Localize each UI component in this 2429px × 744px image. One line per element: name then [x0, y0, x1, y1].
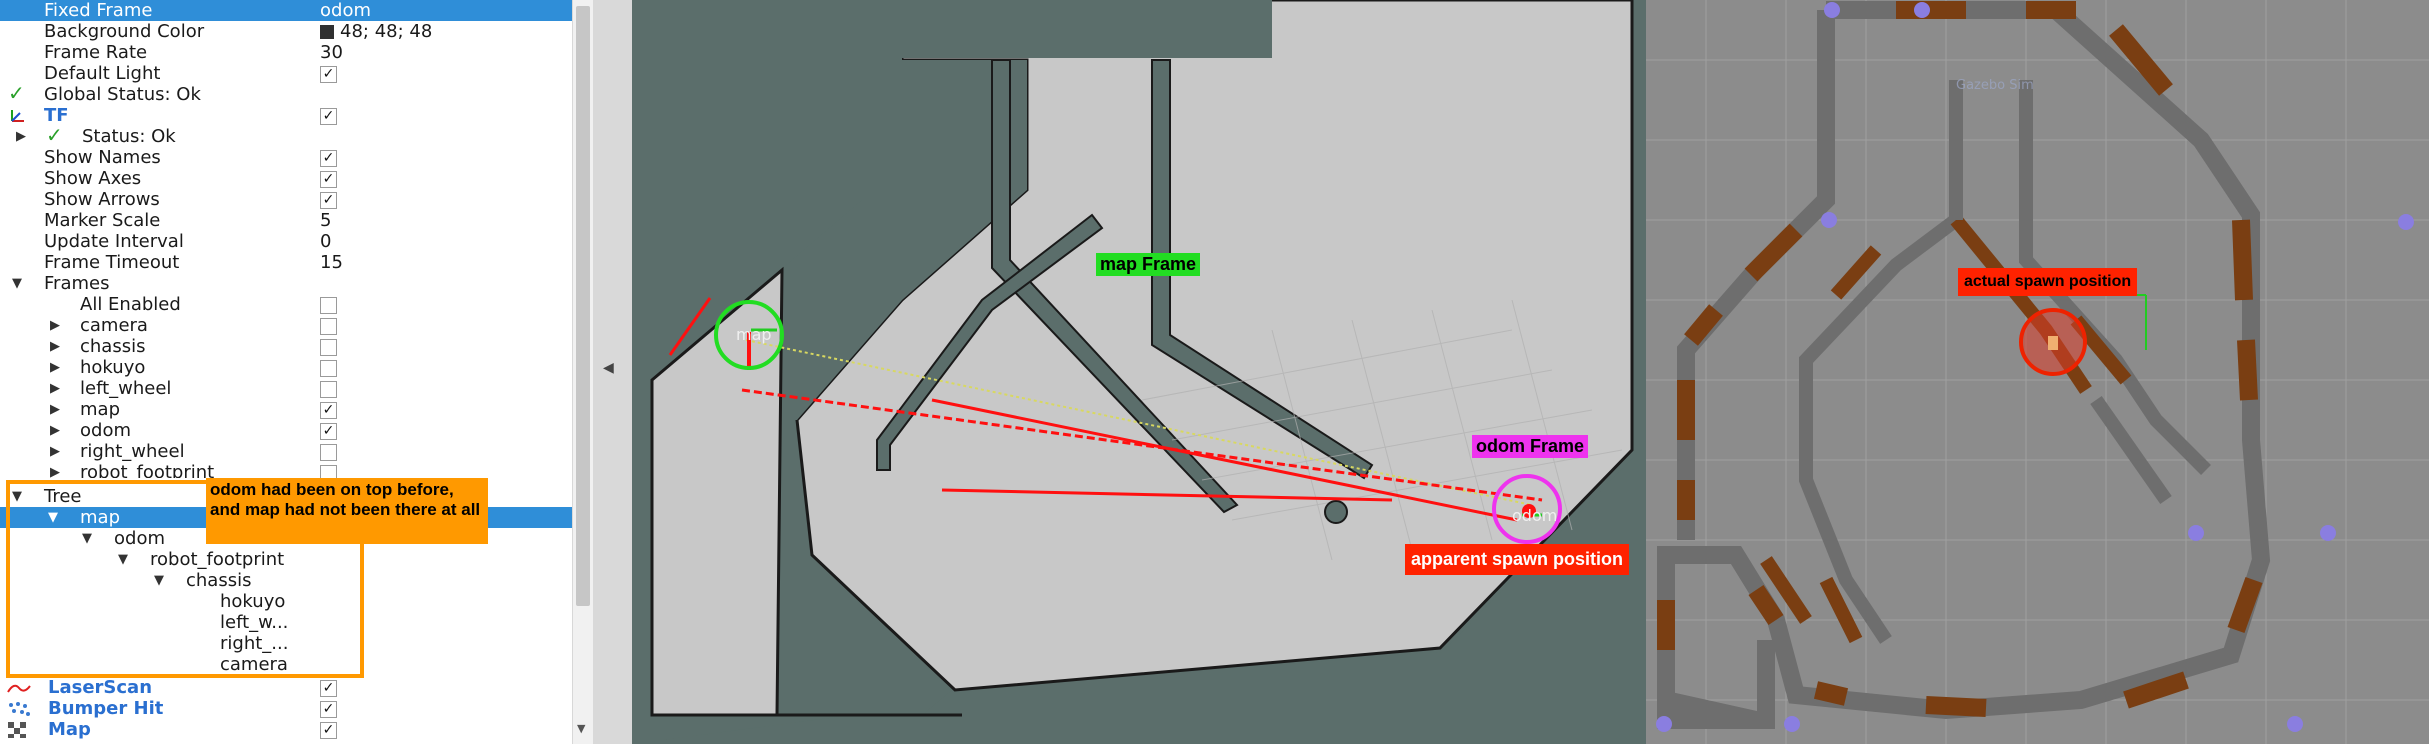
frame-checkbox[interactable]: ✓ [320, 402, 337, 419]
expand-arrow-icon[interactable]: ▶ [50, 315, 60, 336]
marker-scale-row[interactable]: Marker Scale 5 [0, 210, 572, 231]
frame-rate-row[interactable]: Frame Rate 30 [0, 42, 572, 63]
occupancy-map [632, 0, 1636, 744]
frame-checkbox[interactable] [320, 318, 337, 335]
map-frame-label: map Frame [1096, 253, 1201, 276]
odom-frame-label: odom Frame [1472, 435, 1589, 458]
expand-arrow-icon[interactable]: ▶ [16, 126, 26, 147]
frames-row[interactable]: ▼ Frames [0, 273, 572, 294]
show-axes-row[interactable]: Show Axes ✓ [0, 168, 572, 189]
rviz-viewport[interactable]: map odom map Frame odom Frame apparent s… [632, 0, 1646, 744]
laserscan-row[interactable]: LaserScan ✓ [0, 677, 572, 698]
fixed-frame-row[interactable]: Fixed Frame odom [0, 0, 572, 21]
frame-checkbox[interactable] [320, 360, 337, 377]
tf-checkbox[interactable]: ✓ [320, 108, 337, 125]
check-icon: ✓ [8, 81, 25, 105]
odom-frame-text: odom [1512, 506, 1558, 525]
show-arrows-checkbox[interactable]: ✓ [320, 192, 337, 209]
frame-checkbox[interactable] [320, 381, 337, 398]
annotation-orange-note: odom had been on top before, and map had… [206, 478, 488, 544]
expand-arrow-icon[interactable]: ▶ [50, 420, 60, 441]
map-icon [8, 722, 26, 738]
collapse-arrow-icon[interactable]: ▼ [12, 273, 22, 294]
frame-item-robot-footprint[interactable]: ▶ robot_footprint [0, 462, 572, 478]
tf-row[interactable]: TF ✓ [0, 105, 572, 126]
expand-arrow-icon[interactable]: ▶ [50, 357, 60, 378]
frame-checkbox[interactable]: ✓ [320, 423, 337, 440]
show-names-row[interactable]: Show Names ✓ [0, 147, 572, 168]
bumper-hit-icon [9, 702, 30, 716]
default-light-row[interactable]: Default Light ✓ [0, 63, 572, 84]
expand-arrow-icon[interactable]: ▶ [50, 378, 60, 399]
bumper-hit-row[interactable]: Bumper Hit ✓ [0, 698, 572, 719]
laserscan-checkbox[interactable]: ✓ [320, 680, 337, 697]
map-display-row[interactable]: Map ✓ [0, 719, 572, 740]
global-status-row[interactable]: ✓ Global Status: Ok [0, 81, 572, 106]
displays-panel: Fixed Frame odom Background Color 48; 48… [0, 0, 593, 744]
fixed-frame-value[interactable]: odom [320, 0, 371, 21]
check-icon: ✓ [46, 123, 63, 147]
map-frame-text: map [736, 325, 772, 344]
panel-scrollbar[interactable]: ▼ [572, 0, 593, 744]
frame-item-odom[interactable]: ▶ odom ✓ [0, 420, 572, 441]
bumper-hit-checkbox[interactable]: ✓ [320, 701, 337, 718]
frame-item-left-wheel[interactable]: ▶ left_wheel [0, 378, 572, 399]
frame-item-camera[interactable]: ▶ camera [0, 315, 572, 336]
actual-spawn-label: actual spawn position [1958, 268, 2138, 296]
collapse-panel-icon[interactable]: ◀ [603, 360, 614, 376]
scrollbar-thumb[interactable] [576, 6, 590, 606]
scroll-down-arrow-icon[interactable]: ▼ [577, 722, 585, 735]
expand-arrow-icon[interactable]: ▶ [50, 462, 60, 478]
frame-item-hokuyo[interactable]: ▶ hokuyo [0, 357, 572, 378]
frame-timeout-row[interactable]: Frame Timeout 15 [0, 252, 572, 273]
tf-status-row[interactable]: ▶ ✓ Status: Ok [0, 123, 572, 148]
background-color-row[interactable]: Background Color 48; 48; 48 [0, 21, 572, 42]
gazebo-scene [1646, 0, 2429, 744]
update-interval-row[interactable]: Update Interval 0 [0, 231, 572, 252]
show-arrows-row[interactable]: Show Arrows ✓ [0, 189, 572, 210]
all-enabled-row[interactable]: All Enabled [0, 294, 572, 315]
all-enabled-checkbox[interactable] [320, 297, 337, 314]
expand-arrow-icon[interactable]: ▶ [50, 399, 60, 420]
color-swatch[interactable] [320, 25, 334, 39]
laserscan-icon [7, 684, 31, 693]
panel-splitter[interactable]: ◀ [593, 0, 633, 744]
apparent-spawn-label: apparent spawn position [1405, 544, 1630, 575]
map-display-checkbox[interactable]: ✓ [320, 722, 337, 739]
expand-arrow-icon[interactable]: ▶ [50, 441, 60, 462]
show-axes-checkbox[interactable]: ✓ [320, 171, 337, 188]
tf-icon [11, 110, 24, 122]
gazebo-watermark: Gazebo Sim [1956, 78, 2034, 93]
frame-item-map[interactable]: ▶ map ✓ [0, 399, 572, 420]
frame-checkbox[interactable] [320, 465, 337, 478]
gazebo-viewport[interactable]: Gazebo Sim actual spawn position [1646, 0, 2429, 744]
frame-checkbox[interactable] [320, 444, 337, 461]
show-names-checkbox[interactable]: ✓ [320, 150, 337, 167]
frame-item-right-wheel[interactable]: ▶ right_wheel [0, 441, 572, 462]
frame-checkbox[interactable] [320, 339, 337, 356]
expand-arrow-icon[interactable]: ▶ [50, 336, 60, 357]
frame-item-chassis[interactable]: ▶ chassis [0, 336, 572, 357]
default-light-checkbox[interactable]: ✓ [320, 66, 337, 83]
